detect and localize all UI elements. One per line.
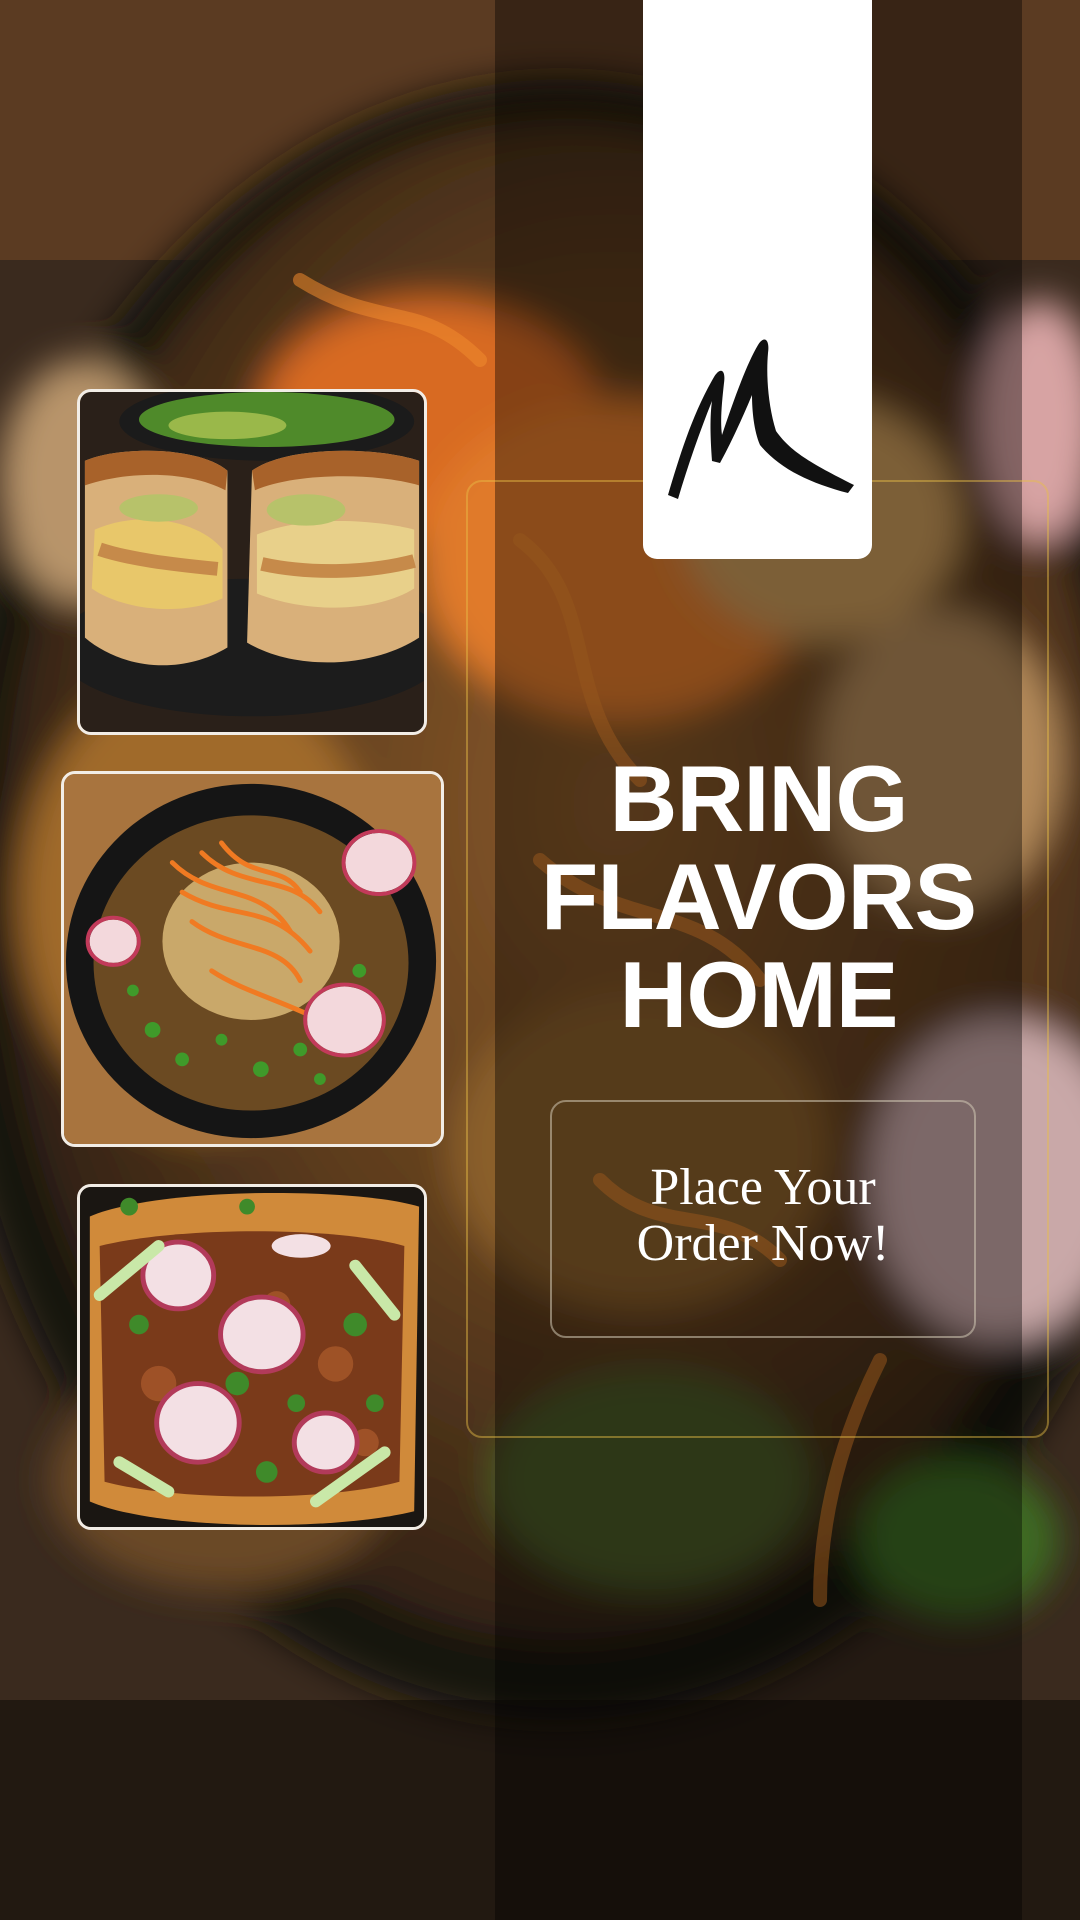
radish-salad-photo <box>77 1184 427 1530</box>
cta-line-2: Order Now! <box>636 1215 890 1272</box>
brush-stroke-m-logo-icon <box>668 339 854 499</box>
order-now-label: Place Your Order Now! <box>550 1160 976 1272</box>
headline-line-2: FLAVORS <box>540 844 977 949</box>
cta-line-1: Place Your <box>650 1159 876 1216</box>
headline-line-3: HOME <box>619 942 899 1047</box>
noodle-bowl-photo <box>61 771 444 1147</box>
headline: BRING FLAVORS HOME <box>495 750 1022 1044</box>
headline-line-1: BRING <box>609 746 909 851</box>
logo-card <box>643 0 872 559</box>
sandwich-photo <box>77 389 427 735</box>
